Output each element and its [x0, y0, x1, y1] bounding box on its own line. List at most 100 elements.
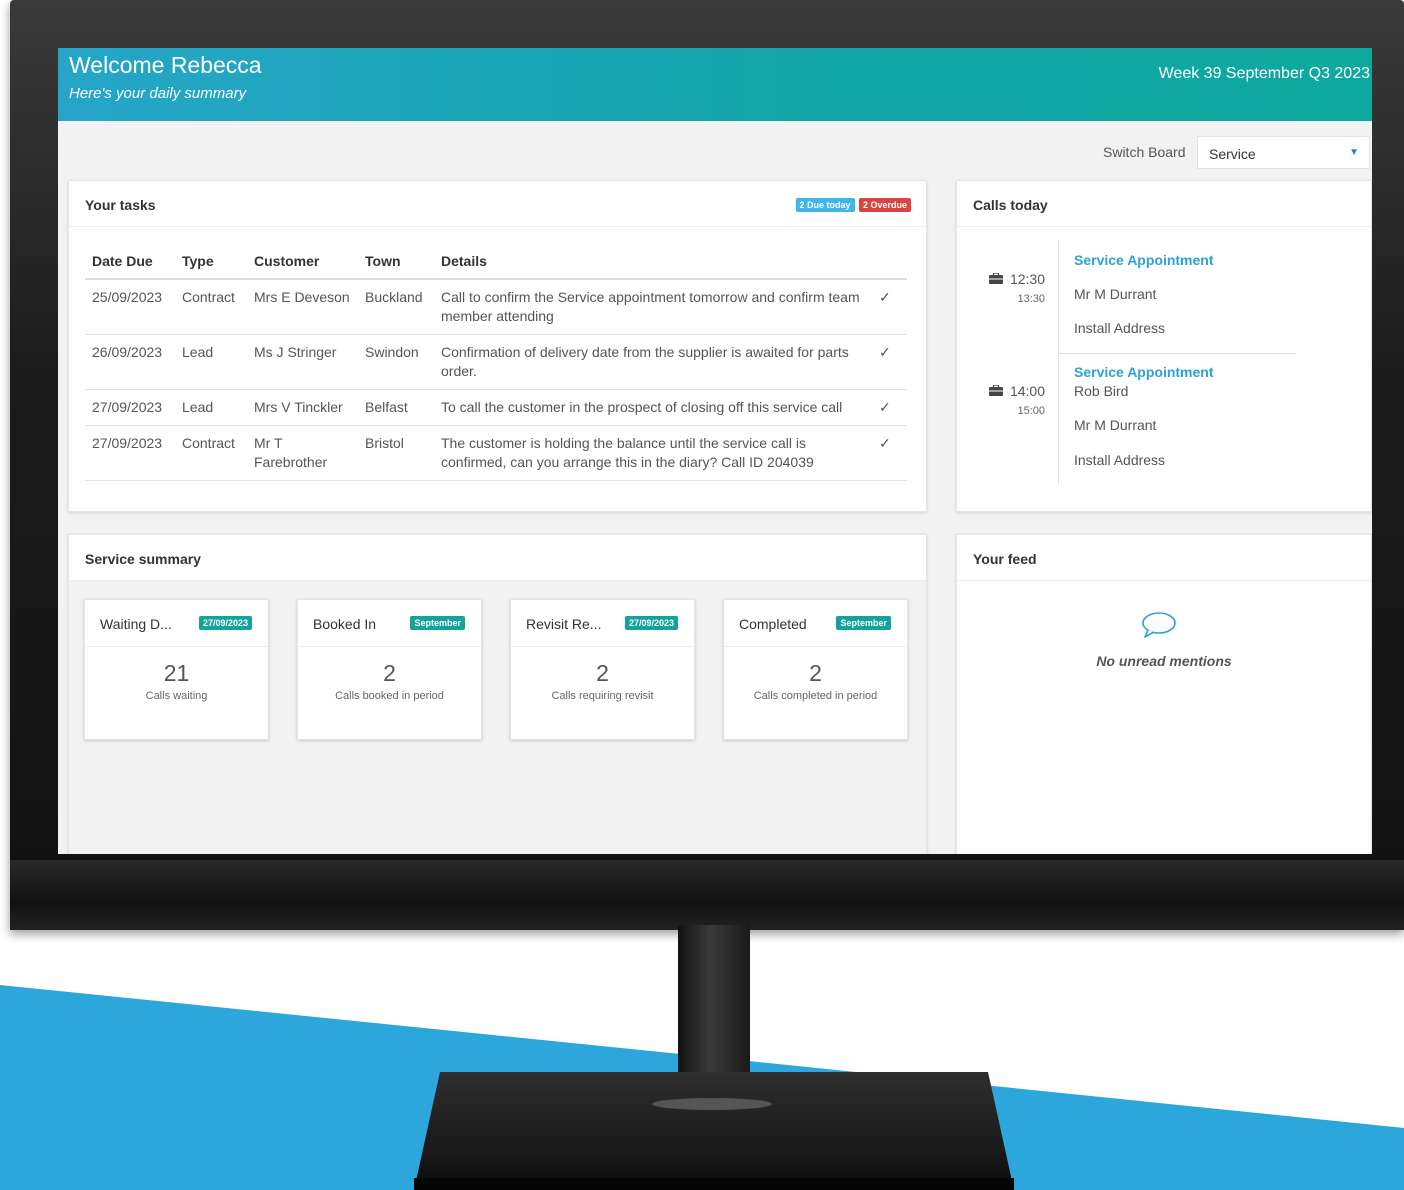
card-value: 21: [163, 660, 190, 686]
task-customer-link[interactable]: Ms J Stringer: [247, 334, 358, 390]
switch-board-label: Switch Board: [1103, 144, 1186, 160]
table-row: 27/09/2023 Contract Mr T Farebrother Bri…: [85, 425, 907, 481]
card-value: 2: [383, 660, 396, 686]
task-details: Call to confirm the Service appointment …: [434, 279, 872, 335]
tasks-table: Date Due Type Customer Town Details 25/0…: [85, 245, 907, 481]
speech-bubble-icon: [1142, 612, 1176, 638]
task-date-due: 27/09/2023: [85, 389, 175, 426]
card-title: Completed: [739, 616, 807, 632]
summary-card-booked-in[interactable]: Booked In September 2 Calls booked in pe…: [297, 599, 482, 740]
task-town: Swindon: [358, 334, 434, 390]
check-icon[interactable]: ✓: [872, 389, 907, 426]
app-screen: Welcome Rebecca Here's your daily summar…: [58, 48, 1372, 854]
task-date-due: 25/09/2023: [85, 279, 175, 335]
column-action: [872, 245, 907, 280]
service-summary-title: Service summary: [85, 551, 201, 567]
briefcase-icon: [989, 385, 1003, 396]
call-contact: Mr M Durrant: [1074, 286, 1157, 302]
summary-card-completed[interactable]: Completed September 2 Calls completed in…: [723, 599, 908, 740]
briefcase-icon: [989, 273, 1003, 284]
feed-panel: Your feed No unread mentions: [956, 534, 1372, 854]
card-header: Completed September: [724, 600, 907, 647]
task-town: Belfast: [358, 389, 434, 426]
call-title-link[interactable]: Service Appointment: [1074, 252, 1214, 268]
call-end-time: 13:30: [1017, 293, 1045, 305]
table-row: 26/09/2023 Lead Ms J Stringer Swindon Co…: [85, 334, 907, 390]
card-period-badge: September: [410, 616, 465, 630]
timeline-line: [1058, 241, 1059, 485]
task-details: Confirmation of delivery date from the s…: [434, 334, 872, 390]
call-separator: [1058, 353, 1296, 354]
task-customer-link[interactable]: Mrs V Tinckler: [247, 389, 358, 426]
card-value: 2: [596, 660, 609, 686]
card-header: Booked In September: [298, 600, 481, 647]
card-caption: Calls waiting: [145, 690, 208, 702]
task-details: To call the customer in the prospect of …: [434, 389, 872, 426]
check-icon[interactable]: ✓: [872, 334, 907, 390]
tasks-panel: Your tasks 2 Due today 2 Overdue Date Du…: [68, 180, 927, 512]
feed-title: Your feed: [973, 551, 1037, 567]
chevron-down-icon: ▼: [1349, 147, 1359, 158]
column-type[interactable]: Type: [175, 245, 247, 280]
task-date-due: 27/09/2023: [85, 425, 175, 481]
tasks-panel-header: Your tasks 2 Due today 2 Overdue: [69, 181, 926, 227]
calls-today-title: Calls today: [973, 197, 1048, 213]
summary-card-waiting[interactable]: Waiting D... 27/09/2023 21 Calls waiting: [84, 599, 269, 740]
call-assignee: Rob Bird: [1074, 383, 1129, 399]
card-header: Waiting D... 27/09/2023: [85, 600, 268, 647]
task-customer-link[interactable]: Mrs E Deveson: [247, 279, 358, 335]
task-type: Contract: [175, 279, 247, 335]
call-address: Install Address: [1074, 452, 1166, 468]
call-start-time: 12:30: [1009, 271, 1045, 287]
check-icon[interactable]: ✓: [872, 425, 907, 481]
monitor-stand-base: [414, 1072, 1014, 1190]
task-customer-link[interactable]: Mr T Farebrother: [247, 425, 358, 481]
summary-panel-header: Service summary: [69, 535, 926, 581]
check-icon[interactable]: ✓: [872, 279, 907, 335]
monitor-bottom-edge: [10, 860, 1404, 930]
card-period-badge: September: [836, 616, 891, 630]
task-details: The customer is holding the balance unti…: [434, 425, 872, 481]
overdue-badge: 2 Overdue: [858, 198, 911, 212]
task-type: Contract: [175, 425, 247, 481]
column-town[interactable]: Town: [358, 245, 434, 280]
task-type: Lead: [175, 389, 247, 426]
call-start-time: 14:00: [1009, 383, 1045, 399]
call-title-link[interactable]: Service Appointment: [1074, 364, 1214, 380]
card-title: Waiting D...: [100, 616, 172, 632]
card-title: Revisit Re...: [526, 616, 602, 632]
calls-today-panel: Calls today 12:30 13:30 Service Appointm…: [956, 180, 1372, 512]
call-address: Install Address: [1074, 320, 1166, 336]
column-customer[interactable]: Customer: [247, 245, 358, 280]
column-date-due[interactable]: Date Due: [85, 245, 175, 280]
service-summary-panel: Service summary Waiting D... 27/09/2023 …: [68, 534, 927, 854]
switch-board-value: Service: [1209, 146, 1256, 162]
card-date-badge: 27/09/2023: [198, 616, 252, 630]
header-bar: Welcome Rebecca Here's your daily summar…: [58, 48, 1372, 121]
call-contact: Mr M Durrant: [1074, 417, 1157, 433]
daily-summary-subtitle: Here's your daily summary: [69, 85, 247, 102]
table-row: 25/09/2023 Contract Mrs E Deveson Buckla…: [85, 279, 907, 335]
summary-card-revisit[interactable]: Revisit Re... 27/09/2023 2 Calls requiri…: [510, 599, 695, 740]
calls-panel-header: Calls today: [957, 181, 1371, 227]
card-title: Booked In: [313, 616, 377, 632]
card-caption: Calls completed in period: [753, 690, 878, 702]
welcome-title: Welcome Rebecca: [69, 52, 262, 78]
table-row: 27/09/2023 Lead Mrs V Tinckler Belfast T…: [85, 389, 907, 426]
week-indicator: Week 39 September Q3 2023: [1158, 65, 1370, 82]
card-date-badge: 27/09/2023: [624, 616, 678, 630]
card-caption: Calls requiring revisit: [551, 690, 654, 702]
card-caption: Calls booked in period: [335, 690, 444, 702]
switch-board-select[interactable]: Service ▼: [1197, 136, 1370, 169]
no-mentions-text: No unread mentions: [1096, 653, 1232, 669]
tasks-title: Your tasks: [85, 197, 156, 213]
due-today-badge: 2 Due today: [795, 198, 855, 212]
card-header: Revisit Re... 27/09/2023: [511, 600, 694, 647]
card-value: 2: [809, 660, 822, 686]
task-town: Bristol: [358, 425, 434, 481]
task-type: Lead: [175, 334, 247, 390]
feed-panel-header: Your feed: [957, 535, 1371, 581]
call-end-time: 15:00: [1017, 405, 1045, 417]
tasks-table-header: Date Due Type Customer Town Details: [85, 245, 907, 280]
column-details[interactable]: Details: [434, 245, 872, 280]
